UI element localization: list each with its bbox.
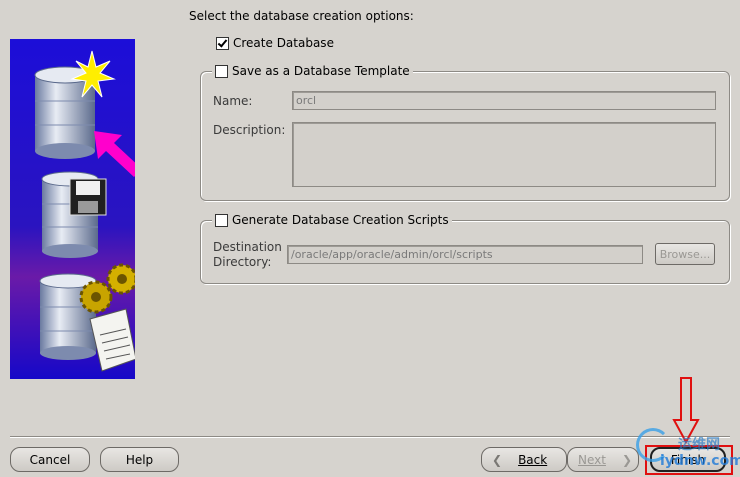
next-label: Next: [578, 452, 606, 467]
create-database-checkbox[interactable]: [216, 36, 229, 50]
destination-directory-label: Destination Directory:: [213, 240, 282, 270]
browse-button[interactable]: Browse...: [655, 243, 715, 265]
name-label: Name:: [213, 94, 253, 108]
next-button[interactable]: Next ❯: [567, 447, 639, 472]
template-name-field[interactable]: orcl: [292, 91, 716, 110]
next-chevron-icon: ❯: [621, 452, 633, 467]
create-database-label: Create Database: [233, 36, 334, 50]
generate-scripts-label: Generate Database Creation Scripts: [232, 213, 449, 227]
back-chevron-icon: ❮: [492, 452, 503, 467]
wizard-illustration: [10, 39, 142, 379]
generate-scripts-checkbox-row[interactable]: Generate Database Creation Scripts: [212, 213, 452, 227]
back-button[interactable]: ❮ Back: [481, 447, 567, 472]
create-database-checkbox-row[interactable]: Create Database: [216, 36, 334, 50]
save-template-checkbox-row[interactable]: Save as a Database Template: [212, 64, 413, 78]
destination-label-line1: Destination: [213, 240, 282, 254]
description-label: Description:: [213, 123, 286, 137]
description-field[interactable]: [292, 122, 716, 187]
generate-scripts-checkbox[interactable]: [215, 213, 228, 227]
watermark-text: iydnw.com: [660, 453, 740, 469]
floppy-disk-icon: [69, 178, 107, 216]
save-template-label: Save as a Database Template: [232, 64, 410, 78]
back-label: Back: [518, 452, 548, 467]
cancel-button[interactable]: Cancel: [10, 447, 90, 472]
destination-directory-field[interactable]: /oracle/app/oracle/admin/orcl/scripts: [287, 245, 643, 264]
help-button[interactable]: Help: [100, 447, 179, 472]
save-template-checkbox[interactable]: [215, 64, 228, 78]
footer-separator: [10, 436, 730, 438]
destination-label-line2: Directory:: [213, 255, 272, 269]
destination-directory-value: /oracle/app/oracle/admin/orcl/scripts: [291, 248, 493, 261]
template-name-value: orcl: [296, 94, 317, 107]
intro-text: Select the database creation options:: [189, 9, 414, 23]
watermark-cn-text: 运维网: [678, 437, 720, 453]
